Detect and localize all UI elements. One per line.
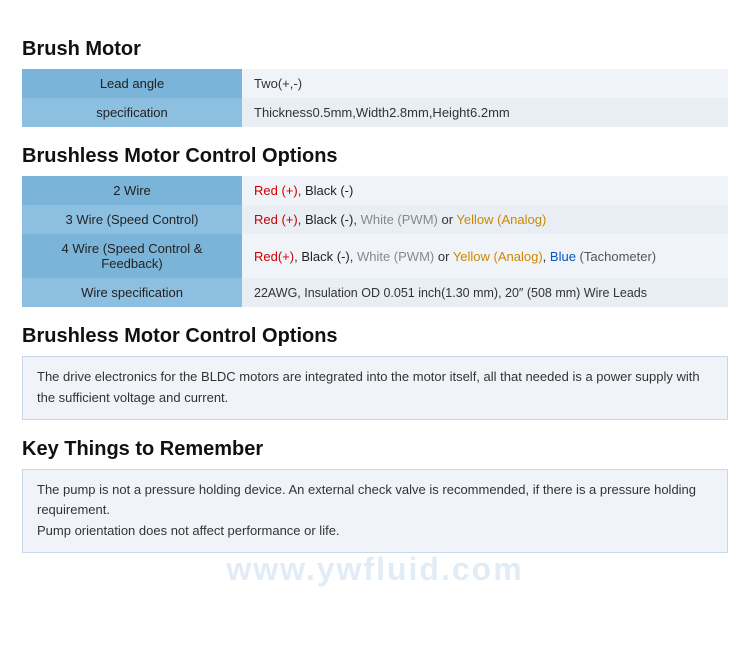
black-text: Black (-) (305, 183, 353, 198)
table-row: 4 Wire (Speed Control & Feedback) Red(+)… (22, 234, 728, 278)
2wire-value: Red (+), Black (-) (242, 176, 728, 205)
key-things-line-2: Pump orientation does not affect perform… (37, 521, 713, 542)
black-text: Black (-) (301, 249, 349, 264)
white-text: White (PWM) (357, 249, 434, 264)
specification-label: specification (22, 98, 242, 127)
2wire-label: 2 Wire (22, 176, 242, 205)
4wire-label: 4 Wire (Speed Control & Feedback) (22, 234, 242, 278)
yellow-text: Yellow (Analog) (456, 212, 546, 227)
brush-motor-table: Lead angle Two(+,-) specification Thickn… (22, 69, 728, 127)
brushless-options-title: Brushless Motor Control Options (22, 145, 728, 168)
red-text: Red (+) (254, 212, 298, 227)
key-things-box: The pump is not a pressure holding devic… (22, 469, 728, 553)
table-row: specification Thickness0.5mm,Width2.8mm,… (22, 98, 728, 127)
white-text: White (PWM) (361, 212, 438, 227)
lead-angle-value: Two(+,-) (242, 69, 728, 98)
4wire-value: Red(+), Black (-), White (PWM) or Yellow… (242, 234, 728, 278)
lead-angle-label: Lead angle (22, 69, 242, 98)
table-row: 3 Wire (Speed Control) Red (+), Black (-… (22, 205, 728, 234)
key-things-title: Key Things to Remember (22, 438, 728, 461)
red-text: Red(+) (254, 249, 294, 264)
brushless-desc-title: Brushless Motor Control Options (22, 325, 728, 348)
tachometer-text: (Tachometer) (576, 249, 656, 264)
brushless-desc-text: The drive electronics for the BLDC motor… (37, 369, 700, 405)
3wire-label: 3 Wire (Speed Control) (22, 205, 242, 234)
watermark: www.ywfluid.com (0, 551, 750, 588)
3wire-value: Red (+), Black (-), White (PWM) or Yello… (242, 205, 728, 234)
black-text: Black (-) (305, 212, 353, 227)
key-things-line-1: The pump is not a pressure holding devic… (37, 480, 713, 522)
yellow-text: Yellow (Analog) (453, 249, 543, 264)
table-row: Lead angle Two(+,-) (22, 69, 728, 98)
wire-spec-label: Wire specification (22, 278, 242, 307)
red-text: Red (+) (254, 183, 298, 198)
table-row: 2 Wire Red (+), Black (-) (22, 176, 728, 205)
specification-value: Thickness0.5mm,Width2.8mm,Height6.2mm (242, 98, 728, 127)
table-row: Wire specification 22AWG, Insulation OD … (22, 278, 728, 307)
brushless-options-table: 2 Wire Red (+), Black (-) 3 Wire (Speed … (22, 176, 728, 307)
brushless-desc-box: The drive electronics for the BLDC motor… (22, 356, 728, 420)
blue-text: Blue (550, 249, 576, 264)
wire-spec-value: 22AWG, Insulation OD 0.051 inch(1.30 mm)… (242, 278, 728, 307)
brush-motor-title: Brush Motor (22, 38, 728, 61)
comma: , (298, 183, 305, 198)
